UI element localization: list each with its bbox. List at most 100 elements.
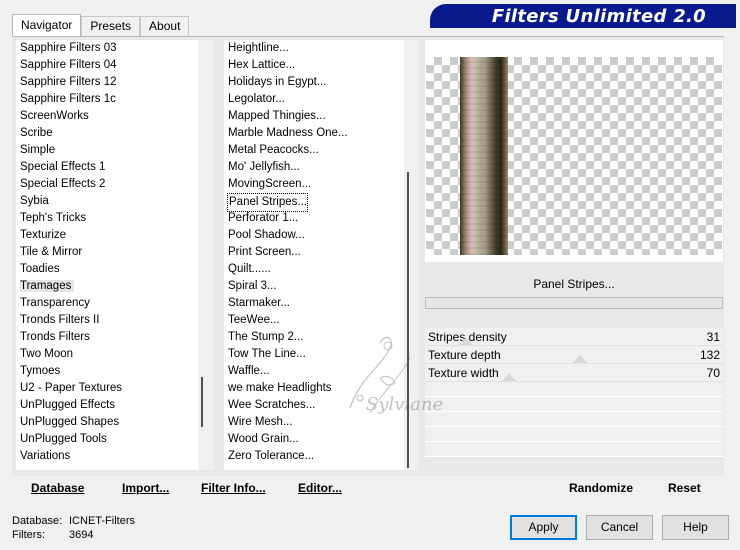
category-list[interactable]: Sapphire Filters 03 Sapphire Filters 04 Sa… xyxy=(16,40,198,470)
slider-empty xyxy=(425,442,723,457)
filter-item[interactable]: Spiral 3... xyxy=(224,278,404,295)
filter-item-label: Quilt...... xyxy=(228,263,271,275)
category-item[interactable]: UnPlugged Tools xyxy=(16,431,198,448)
category-item[interactable]: UnPlugged Effects xyxy=(16,397,198,414)
category-item-label: Teph's Tricks xyxy=(20,212,87,224)
category-scrollbar[interactable] xyxy=(198,40,214,470)
category-item-label: Special Effects 1 xyxy=(20,161,106,173)
filter-item[interactable]: MovingScreen... xyxy=(224,176,404,193)
filter-item-label: Perforator 1... xyxy=(228,212,299,224)
slider-empty xyxy=(425,427,723,442)
category-item[interactable]: UnPlugged Shapes xyxy=(16,414,198,431)
category-item[interactable]: Special Effects 1 xyxy=(16,159,198,176)
slider-stripes-density[interactable]: Stripes density 31 xyxy=(425,328,723,346)
import-button[interactable]: Import... xyxy=(122,481,169,495)
slider-texture-width[interactable]: Texture width 70 xyxy=(425,364,723,382)
filters-count-label: Filters: xyxy=(12,529,45,541)
filter-item-label: Print Screen... xyxy=(228,246,301,258)
category-item[interactable]: Sybia xyxy=(16,193,198,210)
category-item[interactable]: Two Moon xyxy=(16,346,198,363)
category-item[interactable]: Special Effects 2 xyxy=(16,176,198,193)
category-item[interactable]: Sapphire Filters 1c xyxy=(16,91,198,108)
slider-texture-depth[interactable]: Texture depth 132 xyxy=(425,346,723,364)
cancel-button[interactable]: Cancel xyxy=(586,515,653,540)
filter-item[interactable]: Starmaker... xyxy=(224,295,404,312)
filter-item-label: Legolator... xyxy=(228,93,285,105)
slider-value: 132 xyxy=(699,348,720,362)
watermark-logo: Sylviane xyxy=(349,336,443,415)
slider-knob[interactable] xyxy=(572,355,587,363)
filters-count-value: 3694 xyxy=(69,529,94,541)
filter-item-label: Hex Lattice... xyxy=(228,59,296,71)
category-item[interactable]: Scribe xyxy=(16,125,198,142)
filter-item[interactable]: Print Screen... xyxy=(224,244,404,261)
database-button[interactable]: Database xyxy=(31,481,84,495)
category-item[interactable]: Sapphire Filters 12 xyxy=(16,74,198,91)
filter-item[interactable]: Pool Shadow... xyxy=(224,227,404,244)
category-item[interactable]: Transparency xyxy=(16,295,198,312)
slider-knob[interactable] xyxy=(459,337,474,345)
filter-item-label: Pool Shadow... xyxy=(228,229,305,241)
category-item[interactable]: Simple xyxy=(16,142,198,159)
apply-button[interactable]: Apply xyxy=(510,515,577,540)
category-item[interactable]: Teph's Tricks xyxy=(16,210,198,227)
category-item[interactable]: Tramages xyxy=(16,278,198,295)
tab-about[interactable]: About xyxy=(140,16,190,36)
filter-item[interactable]: Perforator 1... xyxy=(224,210,404,227)
filter-item[interactable]: Legolator... xyxy=(224,91,404,108)
help-button[interactable]: Help xyxy=(662,515,729,540)
filter-item[interactable]: Marble Madness One... xyxy=(224,125,404,142)
slider-value: 70 xyxy=(706,366,720,380)
category-item[interactable]: Toadies xyxy=(16,261,198,278)
filter-info-button[interactable]: Filter Info... xyxy=(201,481,266,495)
category-item-label: Tronds Filters xyxy=(20,331,90,343)
category-item[interactable]: Tronds Filters II xyxy=(16,312,198,329)
category-item-label: Two Moon xyxy=(20,348,74,360)
category-item[interactable]: U2 - Paper Textures xyxy=(16,380,198,397)
category-item[interactable]: Sapphire Filters 03 xyxy=(16,40,198,57)
filter-item[interactable]: Mo' Jellyfish... xyxy=(224,159,404,176)
category-item-label: Scribe xyxy=(20,127,53,139)
filter-item[interactable]: Panel Stripes... xyxy=(224,193,404,212)
filter-item[interactable]: Zero Tolerance... xyxy=(224,448,404,465)
category-item-label: UnPlugged Effects xyxy=(20,399,116,411)
filter-item[interactable]: Hex Lattice... xyxy=(224,57,404,74)
tab-bar: Navigator Presets About xyxy=(12,14,190,36)
filter-item-label: Zero Tolerance... xyxy=(228,450,315,462)
filter-item-label: Holidays in Egypt... xyxy=(228,76,327,88)
randomize-button[interactable]: Randomize xyxy=(569,481,633,495)
reset-button[interactable]: Reset xyxy=(668,481,701,495)
app-title: Filters Unlimited 2.0 xyxy=(491,6,706,27)
filter-item-label: Waffle... xyxy=(228,365,270,377)
tab-navigator[interactable]: Navigator xyxy=(12,14,82,36)
slider-empty xyxy=(425,412,723,427)
category-item[interactable]: Tronds Filters xyxy=(16,329,198,346)
database-label: Database: xyxy=(12,515,63,527)
tab-presets[interactable]: Presets xyxy=(81,16,141,36)
filter-item[interactable]: Holidays in Egypt... xyxy=(224,74,404,91)
category-item[interactable]: Tymoes xyxy=(16,363,198,380)
progress-bar xyxy=(425,297,723,309)
editor-button[interactable]: Editor... xyxy=(298,481,342,495)
filter-item[interactable]: Heightline... xyxy=(224,40,404,57)
category-item-label: Sapphire Filters 1c xyxy=(20,93,116,105)
category-item[interactable]: Tile & Mirror xyxy=(16,244,198,261)
filter-item-label: Wire Mesh... xyxy=(228,416,293,428)
category-item-label: Toadies xyxy=(20,263,60,275)
category-item[interactable]: Variations xyxy=(16,448,198,465)
category-item-label: Simple xyxy=(20,144,56,156)
filter-item[interactable]: Mapped Thingies... xyxy=(224,108,404,125)
filter-item[interactable]: Metal Peacocks... xyxy=(224,142,404,159)
category-item-label: Transparency xyxy=(20,297,90,309)
category-item-label: Texturize xyxy=(20,229,67,241)
filter-item[interactable]: Quilt...... xyxy=(224,261,404,278)
preview-pane xyxy=(425,40,723,262)
category-item[interactable]: ScreenWorks xyxy=(16,108,198,125)
filter-item-label: Starmaker... xyxy=(228,297,290,309)
slider-knob[interactable] xyxy=(501,373,516,381)
filter-item-label: Metal Peacocks... xyxy=(228,144,319,156)
category-item[interactable]: Texturize xyxy=(16,227,198,244)
category-item[interactable]: Sapphire Filters 04 xyxy=(16,57,198,74)
category-scrollbar-thumb[interactable] xyxy=(201,377,203,427)
filter-item-label: Heightline... xyxy=(228,42,289,54)
